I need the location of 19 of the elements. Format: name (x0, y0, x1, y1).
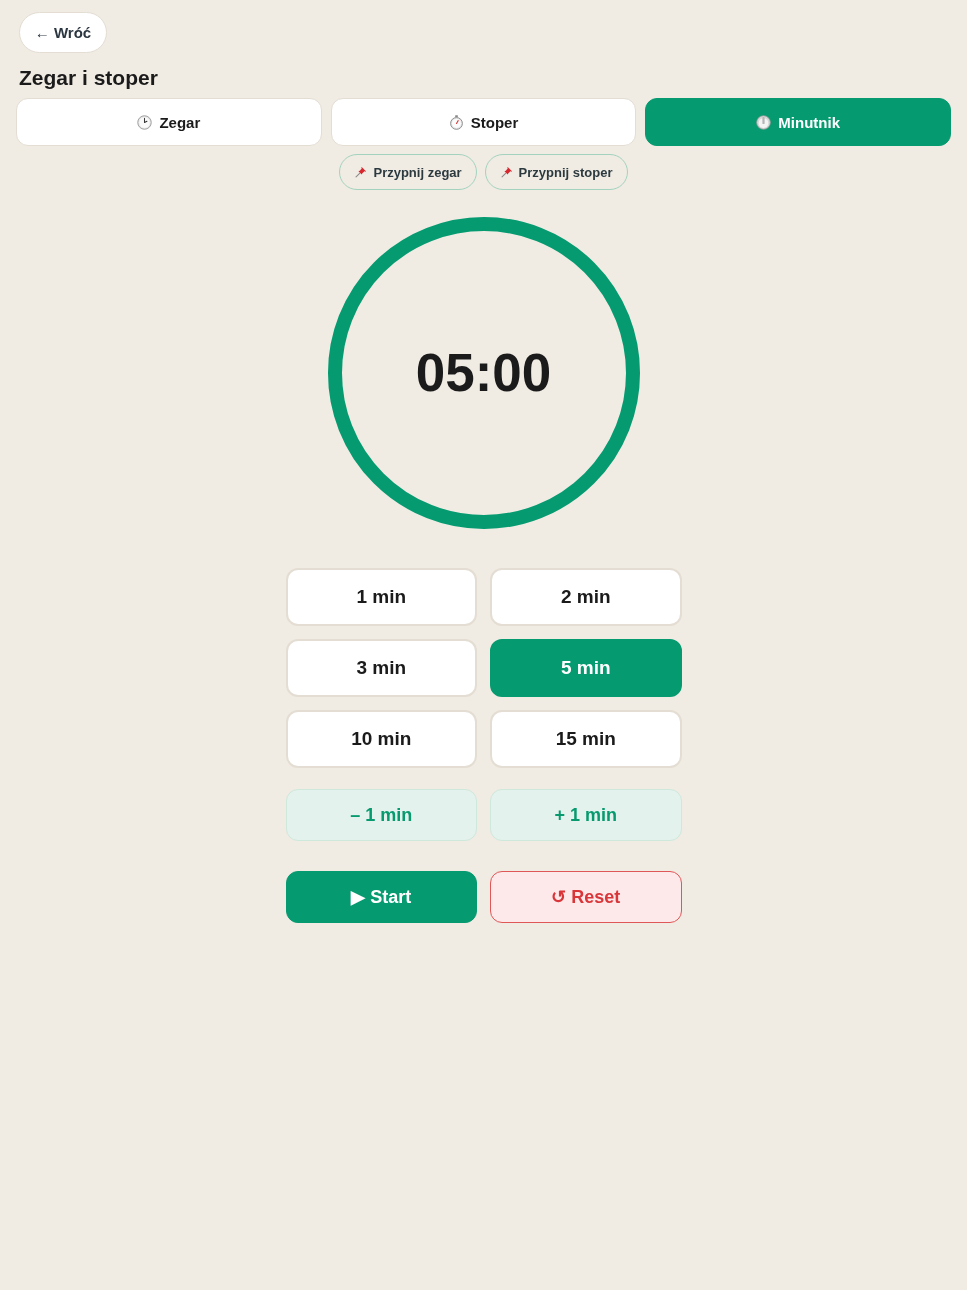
timer-display: 05:00 (415, 343, 552, 403)
tab[interactable]: Minutnik (645, 98, 951, 146)
pushpin-icon (355, 166, 368, 178)
tab[interactable]: Stoper (330, 98, 637, 146)
preset-button[interactable]: 15 min (490, 710, 682, 768)
tab[interactable]: Zegar (16, 98, 322, 146)
reset-button[interactable]: ↺ Reset (490, 871, 682, 923)
start-button[interactable]: ▶ Start (285, 871, 477, 923)
pushpin-icon (500, 166, 513, 178)
back-button[interactable]: ← Wróć (19, 12, 107, 53)
preset-button[interactable]: 10 min (285, 710, 477, 768)
kitchen-timer-icon (756, 114, 772, 130)
preset-button[interactable]: 2 min (490, 568, 682, 626)
preset-button[interactable]: 1 min (285, 568, 477, 626)
clock-icon (137, 114, 153, 130)
preset-button[interactable]: 5 min (490, 639, 682, 697)
page-title: Zegar i stoper (19, 66, 159, 90)
stopwatch-icon (448, 114, 464, 130)
preset-button[interactable]: 3 min (285, 639, 477, 697)
